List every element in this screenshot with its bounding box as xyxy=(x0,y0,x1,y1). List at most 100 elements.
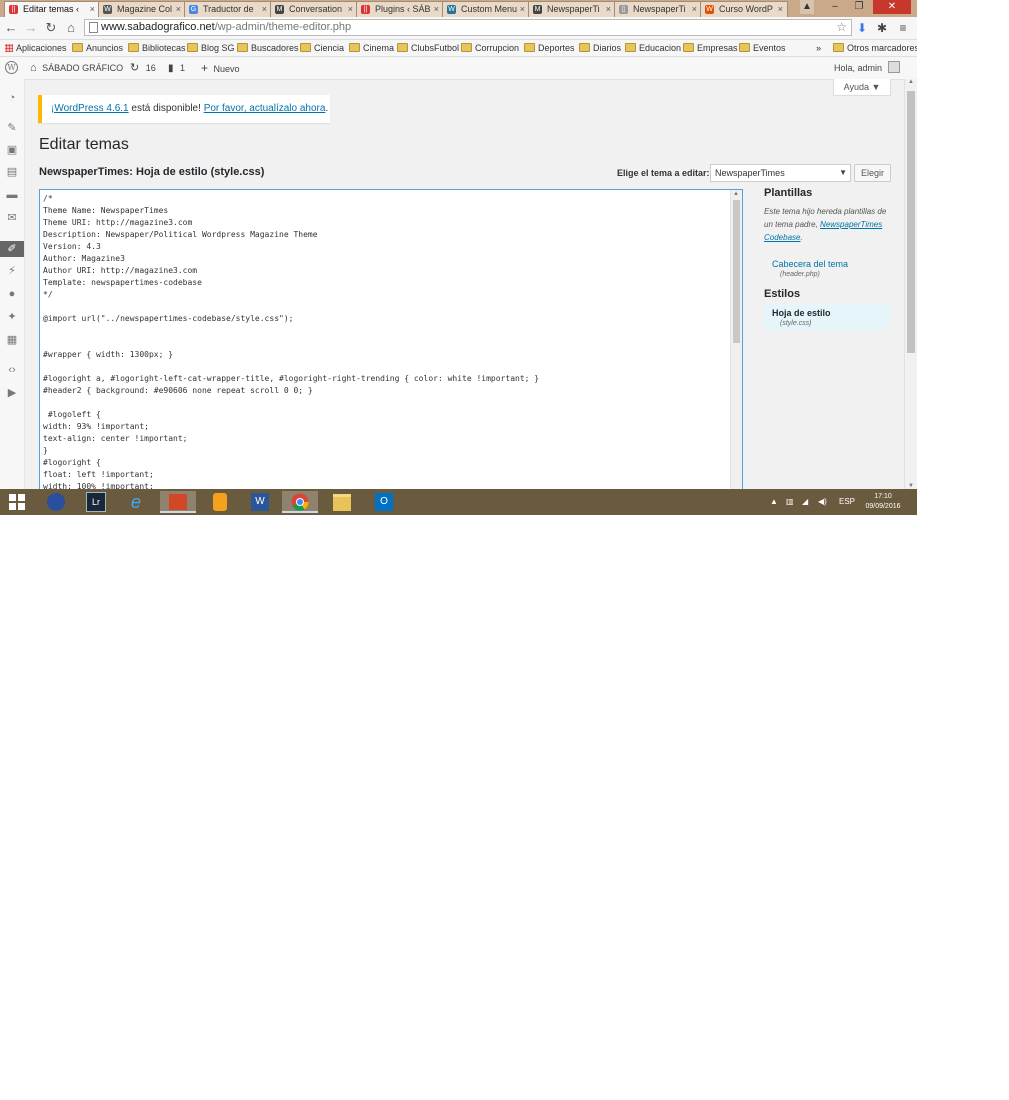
theme-select[interactable]: NewspaperTimes ▼ xyxy=(710,164,851,182)
bookmark-otros-marcadores[interactable]: Otros marcadores xyxy=(833,42,917,54)
wordpress-logo-icon[interactable]: W xyxy=(5,61,18,74)
style-file-stylesheet[interactable]: Hoja de estilo (style.css) xyxy=(764,304,890,330)
red-app-icon[interactable] xyxy=(160,491,196,513)
media-icon[interactable]: ▣ xyxy=(3,142,21,158)
tab-magazine[interactable]: W Magazine Col × xyxy=(98,1,186,17)
tab-editar-temas[interactable]: || Editar temas ‹ × xyxy=(4,1,100,17)
wordpress-version-link[interactable]: ¡WordPress 4.6.1 xyxy=(51,103,129,114)
contact-mail-icon[interactable]: ✉ xyxy=(3,210,21,226)
lightroom-app-icon[interactable]: Lr xyxy=(78,491,114,513)
network-icon[interactable]: ▥ xyxy=(786,489,794,515)
tab-newspapertimes-1[interactable]: M NewspaperTi × xyxy=(528,1,616,17)
wp-red-favicon-icon: || xyxy=(9,5,18,14)
bookmark-deportes[interactable]: Deportes xyxy=(524,42,575,54)
tab-curso-wordpress[interactable]: W Curso WordP × xyxy=(700,1,788,17)
input-language[interactable]: ESP xyxy=(839,489,855,515)
tab-conversation[interactable]: M Conversation × xyxy=(270,1,358,17)
page-scrollbar[interactable]: ▲ ▼ xyxy=(904,79,917,489)
stylesheet-code[interactable]: /* Theme Name: NewspaperTimes Theme URI:… xyxy=(43,193,727,493)
volume-icon[interactable]: ◀) xyxy=(818,489,827,515)
tab-plugins[interactable]: || Plugins ‹ SÁB × xyxy=(356,1,444,17)
close-tab-icon[interactable]: × xyxy=(434,2,439,17)
browser-app-icon[interactable] xyxy=(38,491,74,513)
close-tab-icon[interactable]: × xyxy=(692,2,697,17)
signal-bars-icon[interactable]: ◢ xyxy=(802,489,808,515)
scroll-up-icon[interactable]: ▲ xyxy=(733,191,739,197)
user-profile-icon[interactable]: ▲ xyxy=(800,0,814,14)
back-arrow-icon[interactable]: ← xyxy=(2,19,20,37)
bookmark-diarios[interactable]: Diarios xyxy=(579,42,621,54)
my-account-link[interactable]: Hola, admin xyxy=(834,57,900,79)
bookmark-clubsfutbol[interactable]: ClubsFutbol xyxy=(397,42,459,54)
chrome-menu-icon[interactable]: ≡ xyxy=(895,20,911,36)
internet-explorer-app-icon[interactable]: e xyxy=(118,491,154,513)
close-tab-icon[interactable]: × xyxy=(90,2,95,17)
tab-custom-menu[interactable]: W Custom Menu × xyxy=(442,1,530,17)
template-file-header[interactable]: Cabecera del tema (header.php) xyxy=(764,255,890,281)
home-icon[interactable]: ⌂ xyxy=(62,19,80,37)
word-app-icon[interactable]: W xyxy=(242,491,278,513)
address-bar[interactable]: www.sabadografico.net/wp-admin/theme-edi… xyxy=(84,19,852,36)
plugins-icon[interactable]: ⚡ xyxy=(3,263,21,279)
play-circle-icon[interactable]: ▶ xyxy=(3,385,21,401)
help-button[interactable]: Ayuda ▼ xyxy=(833,79,891,96)
system-clock[interactable]: 17:10 09/09/2016 xyxy=(858,492,908,512)
bookmark-ciencia[interactable]: Ciencia xyxy=(300,42,344,54)
close-tab-icon[interactable]: × xyxy=(606,2,611,17)
bookmark-anuncios[interactable]: Anuncios xyxy=(72,42,123,54)
bookmark-educacion[interactable]: Educacion xyxy=(625,42,681,54)
elegir-button[interactable]: Elegir xyxy=(854,164,891,182)
minimize-window-icon[interactable]: – xyxy=(824,0,846,14)
close-tab-icon[interactable]: × xyxy=(778,2,783,17)
bookmark-corrupcion[interactable]: Corrupcion xyxy=(461,42,519,54)
users-icon[interactable]: ● xyxy=(3,286,21,302)
tab-newspapertimes-2[interactable]: ▯ NewspaperTi × xyxy=(614,1,702,17)
reload-icon[interactable]: ↻ xyxy=(42,19,60,37)
close-tab-icon[interactable]: × xyxy=(348,2,353,17)
windows-start-icon[interactable] xyxy=(0,491,34,513)
bookmarks-overflow-button[interactable]: » xyxy=(816,42,821,54)
bookmark-eventos[interactable]: Eventos xyxy=(739,42,786,54)
restore-window-icon[interactable]: ❐ xyxy=(848,0,870,14)
update-now-link[interactable]: Por favor, actualízalo ahora xyxy=(204,103,326,114)
bookmark-empresas[interactable]: Empresas xyxy=(683,42,738,54)
close-tab-icon[interactable]: × xyxy=(262,2,267,17)
extension-download-icon[interactable]: ⬇ xyxy=(854,20,870,36)
tab-traductor[interactable]: G Traductor de × xyxy=(184,1,272,17)
show-hidden-icons-icon[interactable]: ▲ xyxy=(770,489,778,515)
new-content-link[interactable]: + Nuevo xyxy=(201,57,240,80)
code-editor-textarea[interactable]: /* Theme Name: NewspaperTimes Theme URI:… xyxy=(39,189,743,499)
close-tab-icon[interactable]: × xyxy=(520,2,525,17)
bookmark-cinema[interactable]: Cinema xyxy=(349,42,394,54)
editor-scroll-thumb[interactable] xyxy=(733,200,740,343)
forward-arrow-icon[interactable]: → xyxy=(22,19,40,37)
bookmark-blog-sg[interactable]: Blog SG xyxy=(187,42,235,54)
posts-pin-icon[interactable]: ✎ xyxy=(3,120,21,136)
folder-icon xyxy=(72,43,83,52)
extension-puzzle-icon[interactable]: ✱ xyxy=(874,20,890,36)
updates-link[interactable]: ↻ 16 xyxy=(130,57,156,79)
bookmark-buscadores[interactable]: Buscadores xyxy=(237,42,299,54)
bookmark-aplicaciones[interactable]: Aplicaciones xyxy=(5,42,67,54)
tools-wrench-icon[interactable]: ✦ xyxy=(3,309,21,325)
comments-link[interactable]: ▮ 1 xyxy=(168,57,185,80)
close-tab-icon[interactable]: × xyxy=(176,2,181,17)
scroll-up-icon[interactable]: ▲ xyxy=(908,79,914,85)
bookmark-bibliotecas[interactable]: Bibliotecas xyxy=(128,42,186,54)
comments-icon[interactable]: ▬ xyxy=(3,187,21,203)
site-name-link[interactable]: ⌂ SÁBADO GRÁFICO xyxy=(30,57,123,79)
file-explorer-app-icon[interactable] xyxy=(324,491,360,513)
orange-app-icon[interactable] xyxy=(202,491,238,513)
page-scroll-thumb[interactable] xyxy=(907,91,915,353)
appearance-brush-icon[interactable]: ✐ xyxy=(0,241,24,257)
pages-icon[interactable]: ▤ xyxy=(3,164,21,180)
outlook-app-icon[interactable]: O xyxy=(366,491,402,513)
settings-icon[interactable]: ▦ xyxy=(3,332,21,348)
chrome-app-icon[interactable] xyxy=(282,491,318,513)
editor-scrollbar[interactable]: ▲ xyxy=(730,190,742,498)
close-window-icon[interactable]: ✕ xyxy=(873,0,911,14)
code-icon[interactable]: ‹› xyxy=(3,362,21,378)
bookmark-star-icon[interactable]: ☆ xyxy=(836,20,847,35)
dashboard-icon[interactable]: ◔ xyxy=(3,90,21,106)
page-info-icon[interactable] xyxy=(89,22,98,33)
